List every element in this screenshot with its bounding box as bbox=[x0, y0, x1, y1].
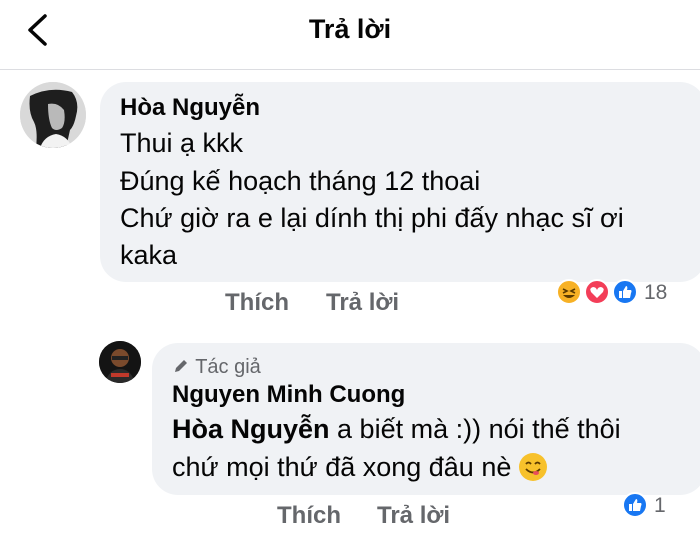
reply-text: a biết mà :)) nói thế thôi bbox=[329, 414, 621, 444]
reply-line: Hòa Nguyễn a biết mà :)) nói thế thôi bbox=[172, 414, 621, 445]
yum-emoji-icon bbox=[518, 453, 547, 481]
reaction-summary[interactable]: 18 bbox=[556, 277, 686, 311]
top-bar: Trả lời bbox=[0, 0, 700, 70]
profile-photo-icon bbox=[99, 341, 141, 383]
comment-author[interactable]: Hòa Nguyễn bbox=[120, 94, 260, 122]
haha-icon bbox=[556, 279, 582, 305]
reply-button[interactable]: Trả lời bbox=[326, 289, 399, 317]
reply-text: chứ mọi thứ đã xong đâu nè bbox=[172, 452, 512, 482]
author-badge: Tác giả bbox=[172, 356, 261, 379]
page-title: Trả lời bbox=[308, 14, 392, 44]
avatar[interactable] bbox=[99, 341, 141, 383]
comment-line: Chứ giờ ra e lại dính thị phi đấy nhạc s… bbox=[120, 203, 624, 233]
author-badge-label: Tác giả bbox=[195, 356, 261, 378]
mention-link[interactable]: Hòa Nguyễn bbox=[172, 414, 330, 444]
love-icon bbox=[584, 279, 610, 305]
like-button[interactable]: Thích bbox=[225, 289, 289, 317]
pencil-icon bbox=[175, 360, 187, 372]
comment-line: kaka bbox=[120, 240, 178, 270]
reply-author[interactable]: Nguyen Minh Cuong bbox=[172, 381, 405, 409]
comment-line: Đúng kế hoạch tháng 12 thoai bbox=[120, 166, 481, 196]
reaction-summary[interactable]: 1 bbox=[622, 490, 682, 524]
comment-line: Thui ạ kkk bbox=[120, 128, 244, 158]
like-button[interactable]: Thích bbox=[277, 502, 341, 530]
like-icon bbox=[622, 492, 648, 518]
reaction-count: 1 bbox=[654, 494, 666, 517]
profile-photo-icon bbox=[20, 82, 86, 148]
reply-button[interactable]: Trả lời bbox=[377, 502, 450, 530]
avatar[interactable] bbox=[20, 82, 86, 148]
reaction-count: 18 bbox=[644, 281, 668, 304]
reply-line: chứ mọi thứ đã xong đâu nè bbox=[172, 452, 547, 483]
like-icon bbox=[612, 279, 638, 305]
